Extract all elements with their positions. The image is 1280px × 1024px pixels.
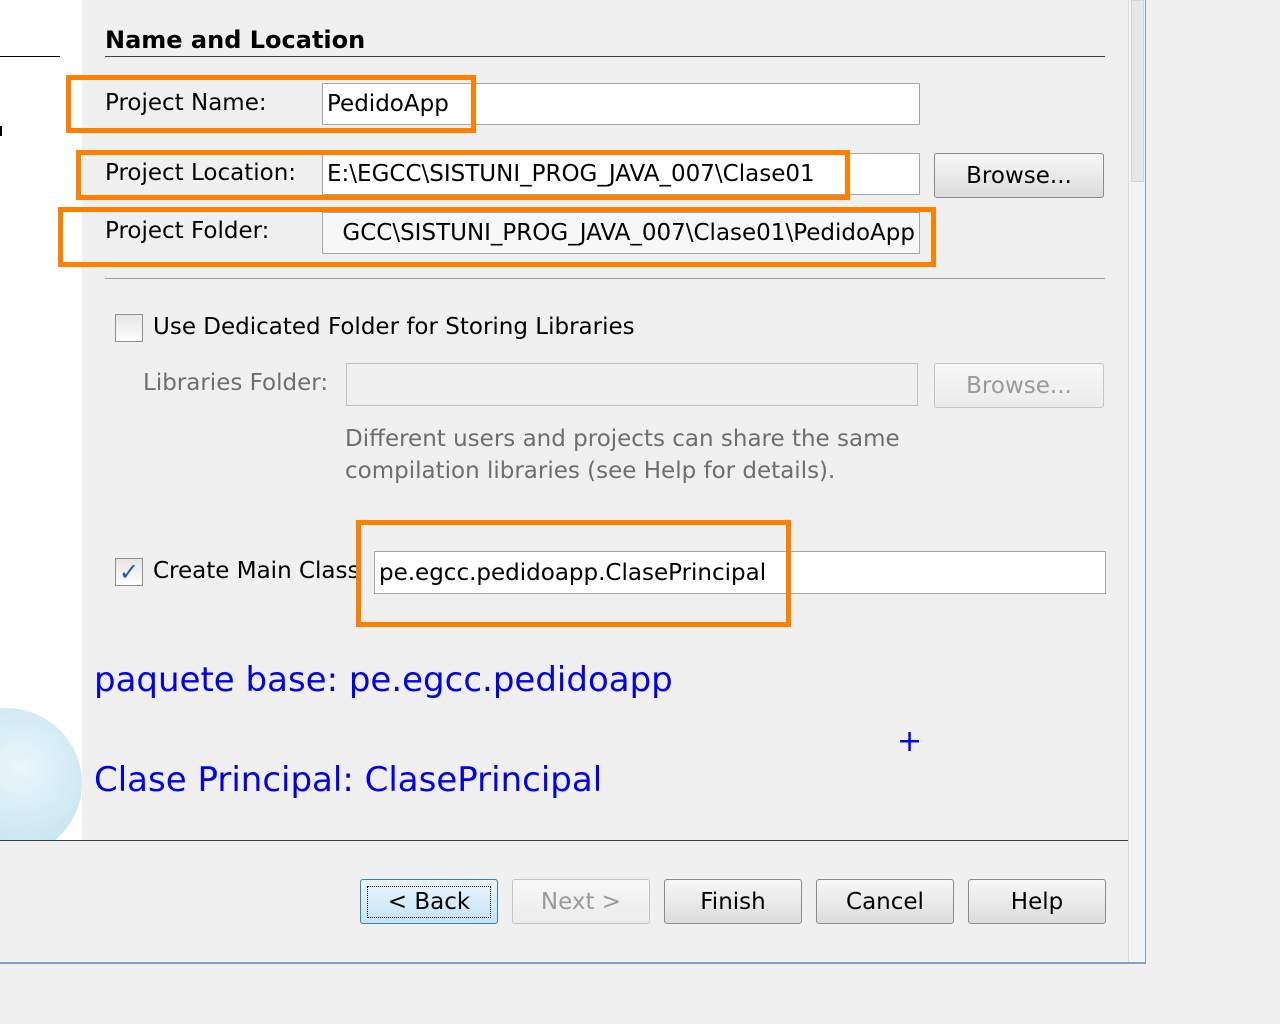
main-class-input[interactable]: pe.egcc.pedidoapp.ClasePrincipal (374, 551, 1106, 594)
steps-divider (0, 56, 60, 57)
section-title: Name and Location (105, 26, 366, 54)
libraries-folder-label: Libraries Folder: (143, 370, 329, 396)
dedicated-libraries-checkbox[interactable] (115, 314, 143, 342)
project-name-label: Project Name: (105, 90, 267, 116)
help-button[interactable]: Help (968, 879, 1106, 924)
project-location-input[interactable]: E:\EGCC\SISTUNI_PROG_JAVA_007\Clase01 (322, 153, 920, 195)
project-folder-input[interactable]: GCC\SISTUNI_PROG_JAVA_007\Clase01\Pedido… (322, 212, 920, 254)
libraries-browse-button[interactable]: Browse... (934, 363, 1104, 408)
create-main-class-label: Create Main Class (153, 558, 358, 584)
section-divider (105, 56, 1105, 57)
libraries-help-line2: compilation libraries (see Help for deta… (345, 458, 836, 484)
project-name-input[interactable]: PedidoApp (322, 83, 920, 125)
button-bar-divider (0, 840, 1128, 841)
project-folder-label: Project Folder: (105, 218, 270, 244)
finish-button[interactable]: Finish (664, 879, 802, 924)
back-button-label: < Back (366, 885, 492, 918)
step-marker (0, 126, 2, 136)
netbeans-logo (0, 708, 82, 840)
package-annotation: paquete base: pe.egcc.pedidoapp (94, 660, 673, 700)
wizard-steps-pane (0, 0, 82, 840)
cancel-button[interactable]: Cancel (816, 879, 954, 924)
checkmark-icon: ✓ (118, 558, 140, 586)
class-annotation: Clase Principal: ClasePrincipal (94, 760, 603, 800)
libraries-folder-input[interactable] (346, 363, 918, 406)
dedicated-libraries-label: Use Dedicated Folder for Storing Librari… (153, 314, 635, 340)
back-button[interactable]: < Back (360, 879, 498, 924)
next-button[interactable]: Next > (512, 879, 650, 924)
libraries-help-line1: Different users and projects can share t… (345, 426, 900, 452)
cursor-crosshair-icon: + (897, 724, 923, 759)
vertical-scrollbar[interactable] (1128, 0, 1145, 962)
project-location-label: Project Location: (105, 160, 297, 186)
scrollbar-thumb[interactable] (1131, 0, 1144, 182)
location-browse-button[interactable]: Browse... (934, 153, 1104, 198)
create-main-class-checkbox[interactable]: ✓ (115, 558, 143, 586)
separator (105, 278, 1105, 279)
